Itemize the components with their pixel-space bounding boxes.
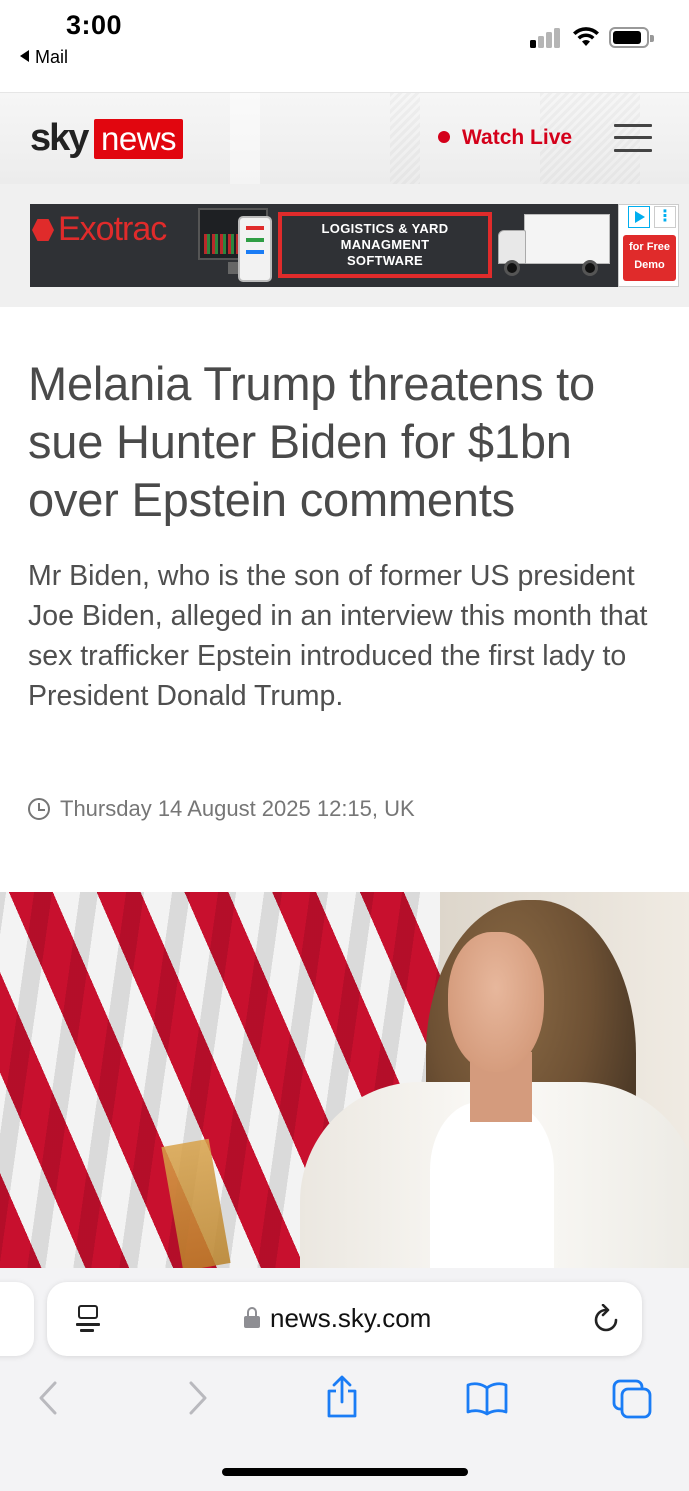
ad-cta-line-1: for Free <box>629 241 670 253</box>
status-bar: 3:00 Mail <box>0 0 689 92</box>
home-indicator[interactable] <box>222 1468 468 1476</box>
cellular-signal-icon <box>530 26 562 48</box>
advertisement-banner[interactable]: Exotrac LOGISTICS & YARD MANAGMENT SOFTW… <box>30 204 679 287</box>
page-menu-icon[interactable] <box>76 1305 102 1335</box>
portrait-top <box>430 1102 554 1268</box>
article-headline: Melania Trump threatens to sue Hunter Bi… <box>28 357 595 526</box>
back-icon[interactable] <box>36 1378 60 1418</box>
status-time: 3:00 <box>66 10 123 40</box>
ad-line-3: SOFTWARE <box>346 253 424 268</box>
ad-line-1: LOGISTICS & YARD <box>321 221 449 236</box>
back-app-label: Mail <box>35 47 69 67</box>
url-text[interactable]: news.sky.com <box>270 1303 431 1334</box>
wifi-icon <box>573 27 599 46</box>
watch-live-label: Watch Live <box>462 126 573 149</box>
live-dot-icon <box>438 131 450 143</box>
article-hero-image <box>0 892 689 1268</box>
previous-tab-card[interactable] <box>0 1282 34 1356</box>
portrait-face <box>448 932 544 1072</box>
forward-icon[interactable] <box>186 1378 210 1418</box>
truck-image <box>494 210 614 282</box>
monitor-stand <box>228 262 238 274</box>
reload-icon[interactable] <box>592 1304 620 1334</box>
battery-icon <box>609 27 654 48</box>
article-date: Thursday 14 August 2025 12:15, UK <box>60 796 415 821</box>
article-standfirst: Mr Biden, who is the son of former US pr… <box>28 560 648 712</box>
phone-image <box>238 216 272 282</box>
ad-options-icon[interactable]: ⋮ <box>654 206 676 228</box>
bookmarks-icon[interactable] <box>465 1380 509 1416</box>
ad-line-2: MANAGMENT <box>340 237 430 252</box>
back-triangle-icon <box>20 50 29 62</box>
menu-icon[interactable] <box>614 122 652 154</box>
lock-icon <box>244 1307 260 1329</box>
article-dateline: Thursday 14 August 2025 12:15, UK <box>28 796 415 822</box>
ad-brand-logo: Exotrac <box>32 210 167 249</box>
ad-cta-line-2: Demo <box>634 259 665 271</box>
share-icon[interactable] <box>324 1374 360 1420</box>
back-to-app-link[interactable]: Mail <box>20 47 68 68</box>
clock-icon <box>28 798 50 820</box>
ad-headline-box: LOGISTICS & YARD MANAGMENT SOFTWARE <box>278 212 492 278</box>
site-header: sky news <box>0 92 689 184</box>
ad-brand-name: Exotrac <box>58 210 167 248</box>
logo-sky-text: sky <box>30 117 89 159</box>
adchoices-icon[interactable] <box>628 206 650 228</box>
hexagon-icon <box>32 219 54 241</box>
logo-news-text: news <box>94 119 184 159</box>
watch-live-link[interactable]: Watch Live <box>438 126 572 150</box>
tabs-icon[interactable] <box>611 1378 653 1420</box>
